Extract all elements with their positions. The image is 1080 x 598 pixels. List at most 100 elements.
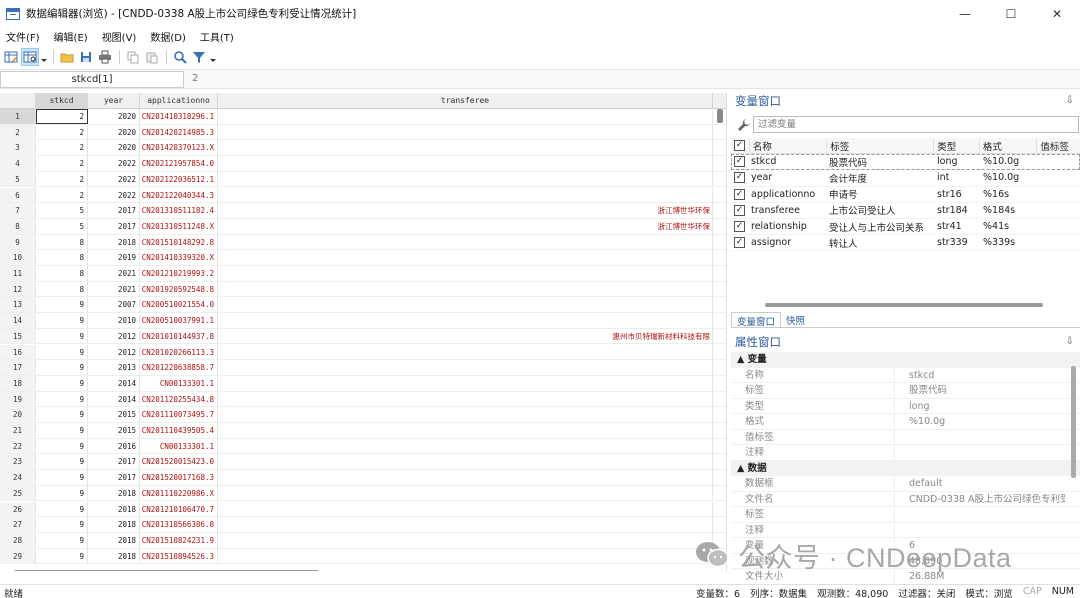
row-index[interactable]: 4 (0, 156, 36, 171)
cell-year[interactable]: 2017 (88, 470, 140, 485)
browse-mode-button[interactable] (21, 48, 39, 66)
variable-visible-checkbox[interactable]: ✓ (734, 172, 745, 184)
cell-year[interactable]: 2013 (88, 360, 140, 375)
pin-icon[interactable]: ⇩ (1066, 332, 1074, 352)
cell-applicationno[interactable]: CN201420370123.X (140, 140, 218, 156)
row-index[interactable]: 20 (0, 407, 36, 422)
cell-year[interactable]: 2021 (88, 281, 140, 297)
cell-stkcd[interactable]: 5 (36, 218, 88, 234)
tab-snapshots[interactable]: 快照 (781, 312, 810, 327)
cell-year[interactable]: 2022 (88, 156, 140, 171)
cell-transferee[interactable] (218, 391, 713, 407)
print-button[interactable] (96, 48, 114, 66)
menu-edit[interactable]: 编辑(E) (54, 29, 88, 44)
header-type[interactable]: 类型 (933, 138, 979, 153)
cell-transferee[interactable] (218, 140, 713, 156)
property-section-header[interactable]: ▲ 变量 (731, 352, 1080, 368)
variable-row-applicationno[interactable]: ✓ applicationno 申请号 str16 %16s (731, 187, 1080, 203)
filter-variables-input[interactable] (753, 116, 1079, 133)
cell-transferee[interactable]: 浙江博世华环保 (218, 218, 713, 234)
cell-applicationno[interactable]: CN201310511248.X (140, 218, 218, 234)
cell-applicationno[interactable]: CN201220638858.7 (140, 360, 218, 375)
variable-row-transferee[interactable]: ✓ transferee 上市公司受让人 str184 %184s (731, 203, 1080, 219)
cell-stkcd[interactable]: 9 (36, 532, 88, 548)
table-row[interactable]: 29 9 2018 CN201510894526.3 (0, 548, 726, 565)
data-grid[interactable]: stkcd year applicationno transferee 1 2 20… (0, 93, 727, 571)
cell-applicationno[interactable]: CN201410339320.X (140, 250, 218, 265)
cell-stkcd[interactable]: 2 (36, 156, 88, 171)
cell-applicationno[interactable]: CN201210219993.2 (140, 266, 218, 281)
cell-year[interactable]: 2020 (88, 140, 140, 156)
variable-visible-checkbox[interactable]: ✓ (734, 237, 745, 249)
cell-transferee[interactable] (218, 250, 713, 265)
cell-stkcd[interactable]: 9 (36, 501, 88, 517)
cell-stkcd[interactable]: 9 (36, 423, 88, 438)
cell-year[interactable]: 2022 (88, 187, 140, 203)
cell-applicationno[interactable]: CN201410318296.1 (140, 109, 218, 124)
cell-year[interactable]: 2014 (88, 375, 140, 391)
variable-visible-checkbox[interactable]: ✓ (734, 204, 745, 216)
row-index[interactable]: 25 (0, 485, 36, 501)
cell-transferee[interactable] (218, 360, 713, 375)
cell-transferee[interactable] (218, 109, 713, 124)
column-header-year[interactable]: year (88, 93, 140, 109)
menu-data[interactable]: 数据(D) (150, 29, 186, 44)
cell-year[interactable]: 2018 (88, 501, 140, 517)
table-row[interactable]: 24 9 2017 CN201520017168.3 (0, 470, 726, 486)
table-row[interactable]: 2 2 2020 CN201420214985.3 (0, 124, 726, 141)
maximize-button[interactable]: ☐ (988, 0, 1034, 27)
cell-year[interactable]: 2018 (88, 548, 140, 564)
cell-year[interactable]: 2018 (88, 517, 140, 532)
table-row[interactable]: 4 2 2022 CN202121957854.0 (0, 156, 726, 172)
cell-stkcd[interactable]: 2 (36, 109, 88, 124)
cell-stkcd[interactable]: 9 (36, 407, 88, 422)
cell-transferee[interactable]: 浙江博世华环保 (218, 203, 713, 218)
row-index[interactable]: 18 (0, 375, 36, 391)
cell-applicationno[interactable]: CN201510894526.3 (140, 548, 218, 564)
cell-stkcd[interactable]: 9 (36, 517, 88, 532)
property-row[interactable]: 值标签 (731, 429, 1080, 445)
menu-file[interactable]: 文件(F) (6, 29, 40, 44)
cell-year[interactable]: 2021 (88, 266, 140, 281)
cell-applicationno[interactable]: CN201420214985.3 (140, 124, 218, 140)
cell-transferee[interactable] (218, 407, 713, 422)
property-section-header[interactable]: ▲ 数据 (731, 460, 1080, 476)
find-button[interactable] (171, 48, 189, 66)
copy-button[interactable] (124, 48, 142, 66)
menu-view[interactable]: 视图(V) (102, 29, 137, 44)
cell-transferee[interactable]: 惠州市贝特瑞新材料科技有限 (218, 328, 713, 344)
cell-applicationno[interactable]: CN202122036512.1 (140, 171, 218, 187)
row-index[interactable]: 3 (0, 140, 36, 156)
cell-transferee[interactable] (218, 375, 713, 391)
table-row[interactable]: 27 9 2018 CN201310566386.8 (0, 517, 726, 533)
row-index[interactable]: 6 (0, 187, 36, 203)
menu-tools[interactable]: 工具(T) (200, 29, 234, 44)
grid-horizontal-scrollbar[interactable] (14, 570, 319, 571)
property-row[interactable]: 名称 stkcd (731, 367, 1080, 383)
table-row[interactable]: 14 9 2010 CN200510037991.1 (0, 313, 726, 329)
cell-transferee[interactable] (218, 532, 713, 548)
tab-variables[interactable]: 变量窗口 (731, 312, 782, 328)
cell-transferee[interactable] (218, 501, 713, 517)
save-button[interactable] (77, 48, 95, 66)
cell-year[interactable]: 2007 (88, 297, 140, 313)
cell-transferee[interactable] (218, 344, 713, 360)
chevron-down-icon[interactable] (40, 48, 48, 66)
cell-value-field[interactable]: 2 (192, 73, 198, 84)
cell-year[interactable]: 2020 (88, 109, 140, 124)
variable-visible-checkbox[interactable]: ✓ (734, 221, 745, 233)
cell-stkcd[interactable]: 2 (36, 187, 88, 203)
cell-transferee[interactable] (218, 297, 713, 313)
cell-transferee[interactable] (218, 234, 713, 250)
table-row[interactable]: 1 2 2020 CN201410318296.1 (0, 109, 726, 125)
cell-year[interactable]: 2015 (88, 423, 140, 438)
row-index[interactable]: 8 (0, 218, 36, 234)
property-row[interactable]: 标签 股票代码 (731, 383, 1080, 399)
cell-year[interactable]: 2020 (88, 124, 140, 140)
cell-stkcd[interactable]: 9 (36, 485, 88, 501)
table-row[interactable]: 13 9 2007 CN200510021554.0 (0, 297, 726, 314)
minimize-button[interactable]: — (942, 0, 988, 27)
row-index[interactable]: 14 (0, 313, 36, 328)
cell-stkcd[interactable]: 2 (36, 140, 88, 156)
property-row[interactable]: 注释 (731, 445, 1080, 461)
